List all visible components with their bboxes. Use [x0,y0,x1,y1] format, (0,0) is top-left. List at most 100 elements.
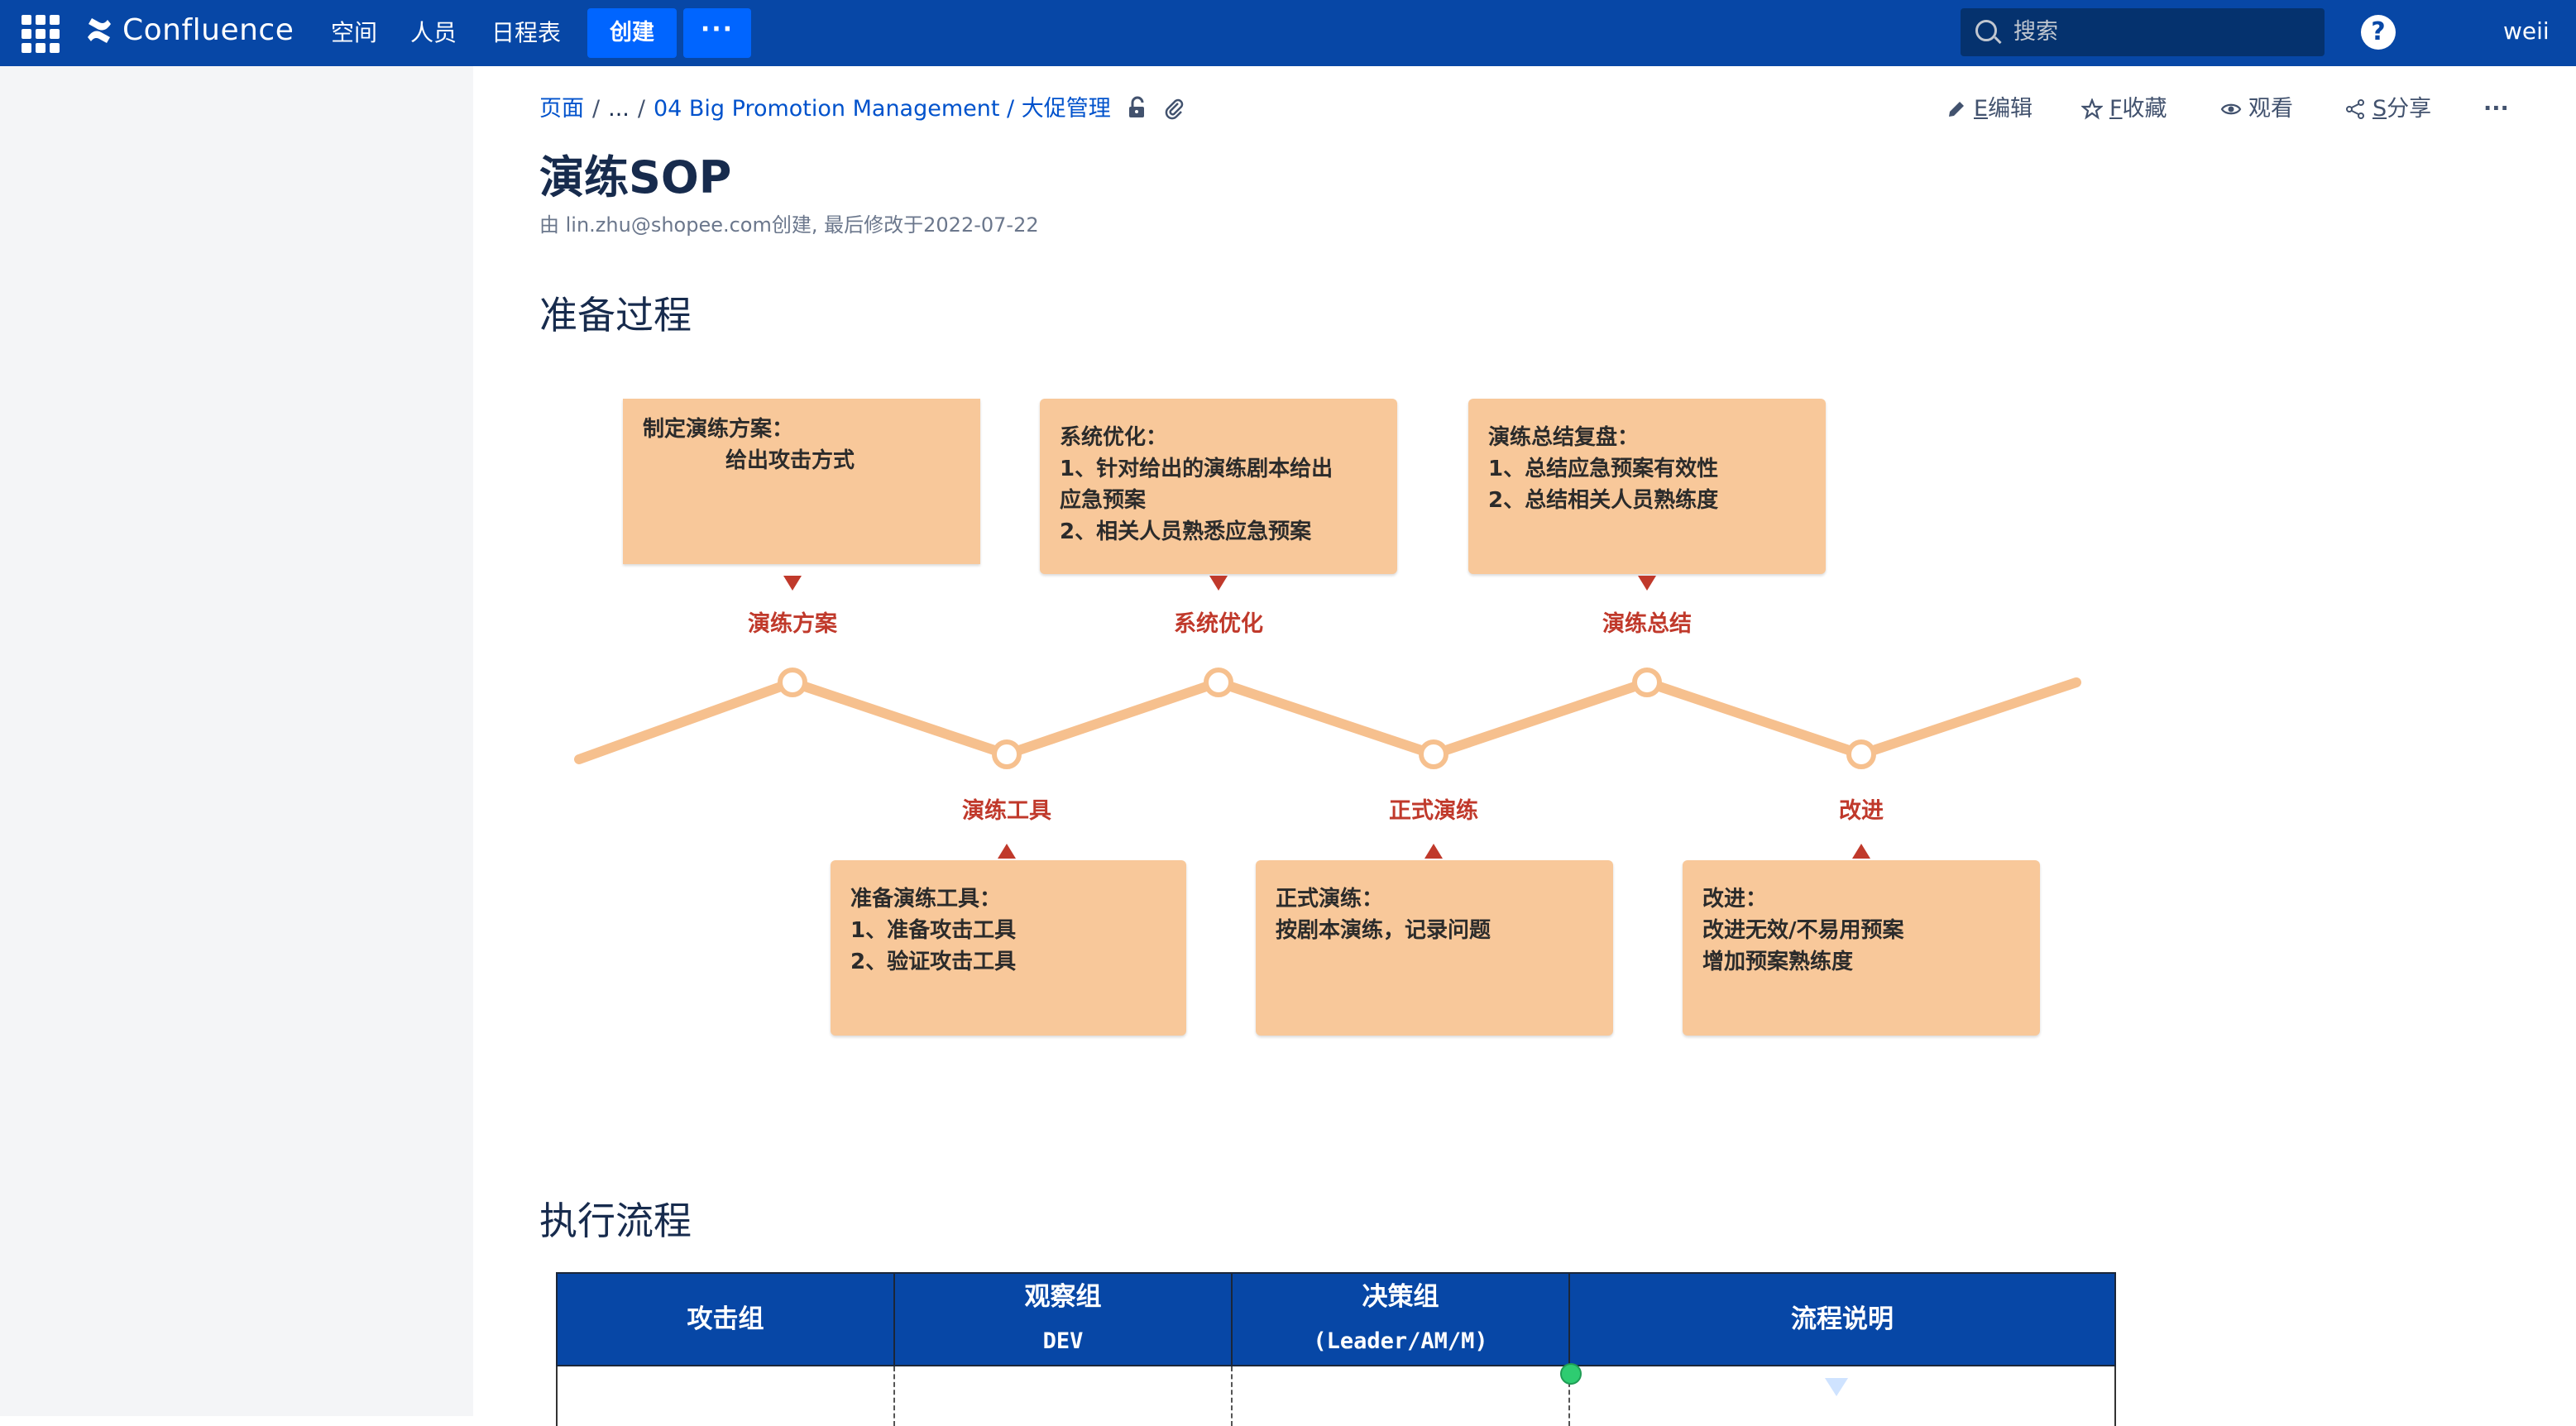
create-more-button[interactable]: ··· [683,8,751,58]
step-label-tools: 演练工具 [962,798,1051,824]
page-byline: 由 lin.zhu@shopee.com创建, 最后修改于2022-07-22 [539,213,1039,237]
step-box-optimize: 系统优化： 1、针对给出的演练剧本给出 应急预案 2、相关人员熟悉应急预案 [1040,399,1397,574]
share-shortcut-key: S [2373,96,2387,122]
watch-label: 观看 [2248,96,2293,122]
page-title: 演练SOP [539,151,732,203]
nav-spaces[interactable]: 空间 [331,0,377,66]
box-line: 制定演练方案： [643,417,794,442]
share-button[interactable]: S 分享 [2344,91,2431,127]
step-box-tools: 准备演练工具： 1、准备攻击工具 2、验证攻击工具 [831,860,1186,1036]
box-line: 改进： [1702,887,1768,912]
step-box-drill: 正式演练： 按剧本演练，记录问题 [1256,860,1613,1036]
table-header-cell[interactable]: 攻击组 [556,1272,895,1366]
share-icon [2346,99,2364,119]
header-subtitle: DEV [1042,1328,1084,1354]
share-label: 分享 [2387,96,2432,122]
box-line: 正式演练： [1276,887,1384,912]
more-actions-button[interactable]: ··· [2483,91,2509,127]
table-cell[interactable] [1231,1366,1570,1426]
create-button[interactable]: 创建 [587,8,677,58]
step-label-plan: 演练方案 [748,611,837,637]
search-icon [1975,20,1997,41]
favourite-label: 收藏 [2122,96,2167,122]
star-icon [2081,98,2103,120]
more-icon: ··· [2483,96,2509,122]
breadcrumb-pages-link[interactable]: 页面 [539,96,584,122]
edit-button[interactable]: E 编辑 [1946,91,2033,127]
pencil-icon [1949,102,1964,117]
timeline-node [1204,668,1233,697]
box-line: 2、相关人员熟悉应急预案 [1060,519,1312,544]
section-heading-execution: 执行流程 [539,1199,692,1243]
box-line: 按剧本演练，记录问题 [1276,918,1491,943]
process-diagram: 制定演练方案： 给出攻击方式 系统优化： 1、针对给出的演练剧本给出 应急预案 … [563,389,2118,1050]
confluence-logo[interactable]: Confluence [84,13,294,47]
arrow-down-icon [783,576,802,591]
header-title: 决策组 [1362,1282,1439,1312]
arrow-down-icon [1825,1378,1848,1396]
header-title: 流程说明 [1791,1304,1894,1334]
timeline-node [992,739,1022,769]
timeline-node [1632,668,1662,697]
table-header-cell[interactable]: 观察组 DEV [893,1272,1233,1366]
box-line: 改进无效/不易用预案 [1702,918,1904,943]
table-cell[interactable] [556,1366,895,1426]
header-title: 攻击组 [687,1304,764,1334]
table-row [556,1366,2116,1426]
search-placeholder: 搜索 [2013,19,2058,45]
box-line: 1、准备攻击工具 [850,918,1017,943]
timeline-node [1846,739,1876,769]
breadcrumb-parent-link[interactable]: 04 Big Promotion Management / 大促管理 [654,96,1111,122]
step-label-improve: 改进 [1839,798,1884,824]
box-line: 1、针对给出的演练剧本给出 [1060,457,1333,481]
left-sidebar [0,66,473,1416]
watch-button[interactable]: 观看 [2220,91,2293,127]
table-cell[interactable] [893,1366,1233,1426]
arrow-down-icon [1209,576,1228,591]
user-profile[interactable]: weii [2503,0,2550,66]
arrow-up-icon [998,844,1016,859]
app-switcher-icon[interactable] [22,15,63,53]
breadcrumb: 页面 /.../04 Big Promotion Management / 大促管… [539,96,1111,122]
box-line: 1、总结应急预案有效性 [1488,457,1719,481]
box-line: 系统优化： [1060,425,1168,450]
step-label-optimize: 系统优化 [1174,611,1263,637]
box-line: 演练总结复盘： [1488,425,1640,450]
edit-shortcut-key: E [1974,96,1989,122]
attachment-icon[interactable] [1161,96,1186,121]
box-line: 2、验证攻击工具 [850,950,1017,974]
product-name: Confluence [122,13,294,47]
box-line: 准备演练工具： [850,887,1002,912]
eye-icon [2220,103,2242,115]
column-resize-handle[interactable] [1560,1363,1582,1385]
arrow-down-icon [1638,576,1656,591]
timeline-node [778,668,807,697]
box-line: 2、总结相关人员熟练度 [1488,488,1719,513]
step-box-plan: 制定演练方案： 给出攻击方式 [623,399,980,564]
box-line: 应急预案 [1060,488,1147,513]
favourite-shortcut-key: F [2109,96,2123,122]
execution-flow-table: 攻击组 观察组 DEV 决策组 (Leader/AM/M) 流程说明 [556,1272,2116,1426]
step-label-summary: 演练总结 [1602,611,1692,637]
step-box-improve: 改进： 改进无效/不易用预案 增加预案熟练度 [1683,860,2040,1036]
nav-people[interactable]: 人员 [410,0,457,66]
step-label-drill: 正式演练 [1389,798,1478,824]
header-title: 观察组 [1024,1282,1102,1312]
step-box-summary: 演练总结复盘： 1、总结应急预案有效性 2、总结相关人员熟练度 [1468,399,1826,574]
confluence-icon [88,17,111,43]
help-icon[interactable]: ? [2361,15,2396,50]
header-subtitle: (Leader/AM/M) [1313,1328,1488,1354]
section-heading-preparation: 准备过程 [539,293,692,337]
arrow-up-icon [1424,844,1443,859]
box-line: 给出攻击方式 [725,448,855,473]
arrow-up-icon [1852,844,1870,859]
box-line: 增加预案熟练度 [1702,950,1854,974]
unlock-icon[interactable] [1125,96,1150,121]
table-header-cell[interactable]: 流程说明 [1568,1272,2116,1366]
nav-calendars[interactable]: 日程表 [491,0,561,66]
favourite-button[interactable]: F 收藏 [2081,91,2167,127]
breadcrumb-ellipsis[interactable]: ... [608,96,630,122]
timeline-node [1419,739,1448,769]
table-header-cell[interactable]: 决策组 (Leader/AM/M) [1231,1272,1570,1366]
table-header-row: 攻击组 观察组 DEV 决策组 (Leader/AM/M) 流程说明 [556,1272,2116,1366]
